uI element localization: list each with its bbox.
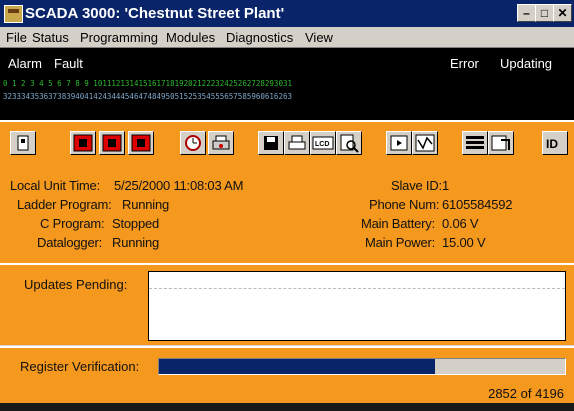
verification-count: 2852 of 4196	[488, 386, 564, 401]
stop-red-icon[interactable]	[70, 131, 96, 155]
title-bar[interactable]: SCADA 3000: 'Chestnut Street Plant' – □ …	[0, 0, 574, 27]
menu-view[interactable]: View	[305, 30, 333, 45]
list-icon[interactable]	[462, 131, 488, 155]
stop-red-icon[interactable]	[128, 131, 154, 155]
lcd-icon[interactable]: LCD	[310, 131, 336, 155]
status-display: Alarm Fault Error Updating 0 1 2 3 4 5 6…	[0, 48, 574, 120]
window-icon[interactable]	[386, 131, 412, 155]
phone-number-value: 6105584592	[442, 197, 513, 212]
slave-id-value: 1	[442, 178, 450, 193]
run-icon[interactable]	[10, 131, 36, 155]
list-item[interactable]	[149, 272, 565, 289]
stop-red-icon[interactable]	[99, 131, 125, 155]
print-icon[interactable]	[284, 131, 310, 155]
main-power-value: 15.00 V	[442, 235, 486, 250]
verification-progress-bar	[158, 358, 566, 375]
minimize-button[interactable]: –	[517, 4, 536, 22]
register-verification-label: Register Verification:	[20, 359, 140, 374]
c-program-value: Stopped	[112, 216, 160, 231]
toolbar: LCD ID	[0, 120, 574, 169]
slave-id-label: Slave ID:	[391, 178, 442, 193]
bottom-border	[0, 403, 574, 411]
local-time-label: Local Unit Time:	[10, 178, 101, 193]
svg-text:ID: ID	[546, 137, 558, 151]
maximize-button[interactable]: □	[535, 4, 554, 22]
clock-icon[interactable]	[180, 131, 206, 155]
c-program-label: C Program:	[40, 216, 105, 231]
close-button[interactable]: ✕	[553, 4, 572, 22]
ladder-program-value: Running	[122, 197, 170, 212]
search-icon[interactable]	[336, 131, 362, 155]
app-icon	[4, 5, 23, 23]
main-power-label: Main Power:	[365, 235, 436, 250]
local-time-value: 5/25/2000 11:08:03 AM	[114, 178, 244, 193]
save-icon[interactable]	[258, 131, 284, 155]
graph-icon[interactable]	[412, 131, 438, 155]
datalogger-label: Datalogger:	[37, 235, 103, 250]
fault-label: Fault	[54, 56, 83, 71]
alarm-label: Alarm	[8, 56, 42, 71]
channel-indicators-row-1: 0 1 2 3 4 5 6 7 8 9 10111213141516171819…	[3, 79, 292, 88]
id-icon[interactable]: ID	[542, 131, 568, 155]
menu-file[interactable]: File	[6, 30, 27, 45]
error-label: Error	[450, 56, 479, 71]
menu-bar: File Status Programming Modules Diagnost…	[0, 27, 574, 48]
main-battery-value: 0.06 V	[442, 216, 479, 231]
register-verification-panel: Register Verification: 2852 of 4196	[0, 346, 574, 405]
phone-number-label: Phone Num:	[369, 197, 440, 212]
channel-indicators-row-2: 3233343536373839404142434445464748495051…	[3, 92, 292, 101]
unit-info-panel: Local Unit Time: 5/25/2000 11:08:03 AM L…	[0, 167, 574, 263]
export-icon[interactable]	[488, 131, 514, 155]
updates-pending-label: Updates Pending:	[24, 277, 128, 292]
menu-programming[interactable]: Programming	[80, 30, 158, 45]
printer-icon[interactable]	[208, 131, 234, 155]
verification-progress-fill	[159, 359, 436, 374]
svg-text:LCD: LCD	[315, 141, 329, 148]
menu-diagnostics[interactable]: Diagnostics	[226, 30, 293, 45]
updates-pending-list[interactable]	[148, 271, 566, 341]
datalogger-value: Running	[112, 235, 160, 250]
menu-status[interactable]: Status	[32, 30, 69, 45]
scada-window: SCADA 3000: 'Chestnut Street Plant' – □ …	[0, 0, 574, 411]
ladder-program-label: Ladder Program:	[17, 197, 112, 212]
updates-pending-panel: Updates Pending:	[0, 263, 574, 345]
updating-label: Updating	[500, 56, 553, 71]
window-title: SCADA 3000: 'Chestnut Street Plant'	[25, 5, 285, 22]
menu-modules[interactable]: Modules	[166, 30, 215, 45]
main-battery-label: Main Battery:	[361, 216, 435, 231]
